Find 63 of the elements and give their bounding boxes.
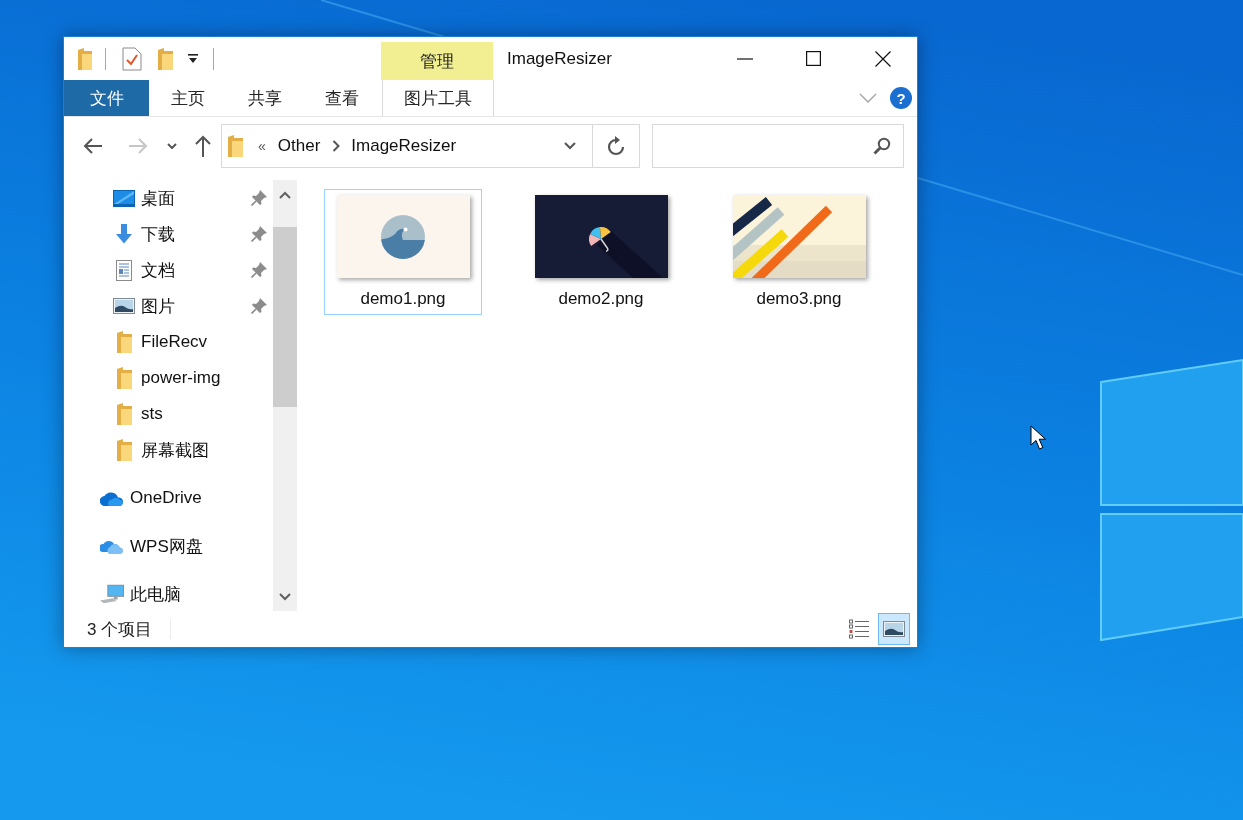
sidebar-item[interactable]: power-img [64,360,273,396]
help-button[interactable]: ? [890,87,912,109]
sidebar-item[interactable]: 图片 [64,288,273,324]
search-icon[interactable] [873,137,891,155]
window-title: ImageResizer [507,47,612,70]
sidebar-item[interactable]: FileRecv [64,324,273,360]
arrow-left-icon[interactable] [83,137,103,155]
address-bar[interactable]: « Other ImageResizer [221,124,640,168]
folder-icon [116,367,132,389]
checked-document-icon[interactable] [122,46,142,71]
caret-down-icon[interactable] [188,53,198,64]
scrollbar[interactable] [273,180,297,611]
file-item[interactable]: demo2.png [522,189,680,315]
pin-icon[interactable] [251,298,267,314]
refresh-icon[interactable] [607,136,625,156]
arrow-up-icon[interactable] [195,135,211,157]
chevron-down-icon[interactable] [279,593,291,601]
minimize-icon[interactable] [736,57,753,60]
ribbon-tab[interactable]: 主页 [149,80,226,116]
pin-icon[interactable] [251,190,267,206]
details-list-icon [849,619,869,639]
sidebar-item[interactable]: 屏幕截图 [64,432,273,468]
context-tab-header: 管理 [381,42,493,80]
ribbon-tab[interactable]: 共享 [226,80,303,116]
document-icon [116,259,132,281]
pin-icon[interactable] [251,226,267,242]
close-icon[interactable] [874,50,891,67]
chevron-right-icon[interactable] [332,140,341,152]
clouds-icon [100,538,124,554]
folder-icon [116,403,132,425]
sidebar-item[interactable]: WPS网盘 [64,528,273,564]
chevron-down-icon[interactable] [167,143,177,149]
breadcrumb-overflow[interactable]: « [258,138,266,154]
search-field[interactable] [652,124,904,168]
picture-icon [883,621,905,637]
folder-icon [116,331,132,353]
ribbon-tab[interactable]: 查看 [303,80,380,116]
breadcrumb-item[interactable]: ImageResizer [351,136,457,156]
pin-icon[interactable] [251,262,267,278]
item-count-text: 3 个项目 [87,618,153,641]
chevron-down-icon[interactable] [564,142,576,150]
computer-icon [100,584,124,604]
view-button[interactable] [878,613,910,645]
maximize-icon[interactable] [806,51,821,66]
folder-icon [116,439,132,461]
scrollbar-thumb[interactable] [273,227,297,407]
sidebar-item[interactable]: sts [64,396,273,432]
cloud-icon [100,490,124,506]
sidebar-item[interactable]: OneDrive [64,480,273,516]
arrow-down-icon [115,224,133,244]
sidebar-item[interactable]: 桌面 [64,180,273,216]
breadcrumb-item[interactable]: Other [277,136,321,156]
chevron-up-icon[interactable] [279,191,291,199]
sidebar-item[interactable]: 文档 [64,252,273,288]
file-menu-tab[interactable]: 文件 [64,80,149,116]
sidebar-item[interactable]: 此电脑 [64,576,273,612]
sidebar-item[interactable]: 下载 [64,216,273,252]
file-item[interactable]: demo1.png [324,189,482,315]
screen-icon [113,189,135,207]
cursor-icon [1030,425,1047,451]
folder-icon [228,135,243,157]
picture-icon [113,298,135,314]
file-item[interactable]: demo3.png [720,189,878,315]
